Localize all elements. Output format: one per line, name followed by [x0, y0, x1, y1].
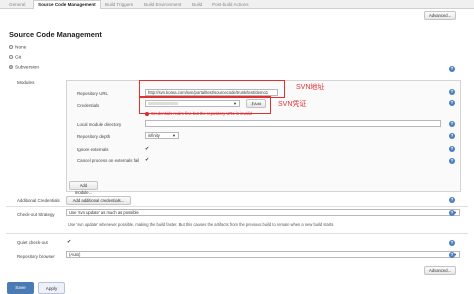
scm-option-label: None — [15, 45, 27, 51]
depth-select[interactable]: infinity ▼ — [145, 132, 179, 139]
help-depth-icon[interactable]: ? — [449, 133, 455, 139]
help-local-dir-icon[interactable]: ? — [449, 121, 455, 127]
tab-post-build-actions[interactable]: Post-build Actions — [208, 1, 253, 9]
repository-url-label: Repository URL — [77, 91, 108, 96]
radio-subversion-icon[interactable] — [9, 65, 13, 69]
help-cancel-externals-icon[interactable]: ? — [449, 158, 455, 164]
tab-build-environment[interactable]: Build Environment — [140, 1, 185, 9]
config-tab-bar: General Source Code Management Build Tri… — [0, 0, 474, 9]
help-additional-credentials-icon[interactable]: ? — [449, 197, 455, 203]
chevron-down-icon: ▼ — [172, 133, 176, 138]
divider — [6, 206, 468, 207]
svn-url-annotation: SVN地址 — [296, 84, 325, 91]
scm-option-none[interactable]: None — [9, 45, 26, 50]
repository-browser-value: (Auto) — [69, 252, 81, 257]
checkout-strategy-description: Use 'svn update' whenever possible, maki… — [68, 222, 335, 227]
modules-label: Modules — [17, 80, 35, 85]
scm-option-label: Git — [15, 55, 22, 61]
help-repository-browser-icon[interactable]: ? — [449, 252, 455, 258]
save-button[interactable]: Save — [7, 282, 34, 294]
checkout-strategy-select[interactable]: Use 'svn update' as much as possible ▼ — [66, 209, 460, 216]
svn-credentials-annotation: SVN凭证 — [278, 101, 307, 108]
radio-git-icon[interactable] — [9, 55, 13, 59]
local-dir-input[interactable] — [145, 120, 441, 127]
additional-credentials-label: Additional Credentials — [17, 198, 60, 203]
help-checkout-strategy-icon[interactable]: ? — [449, 210, 455, 216]
tab-build[interactable]: Build — [188, 1, 206, 9]
help-repository-url-icon[interactable]: ? — [449, 89, 455, 95]
section-title: Source Code Management — [9, 30, 102, 39]
add-module-button[interactable]: Add module... — [69, 181, 98, 195]
repository-browser-label: Repository browser — [17, 254, 55, 259]
help-ignore-externals-icon[interactable]: ? — [449, 146, 455, 152]
depth-label: Repository depth — [77, 134, 111, 139]
checkout-strategy-label: Check-out Strategy — [17, 212, 55, 217]
scm-option-git[interactable]: Git — [9, 55, 21, 60]
cancel-externals-checkbox[interactable]: ✔ — [145, 157, 149, 163]
credentials-label: Credentials — [77, 103, 100, 108]
cancel-externals-label: Cancel process on externals fail — [77, 158, 140, 163]
quiet-checkout-checkbox[interactable]: ✔ — [67, 239, 71, 245]
svn-credentials-annotation-box — [139, 96, 271, 114]
ignore-externals-checkbox[interactable]: ✔ — [145, 146, 149, 152]
advanced-button-bottom[interactable]: Advanced... — [424, 266, 456, 275]
depth-value: infinity — [148, 133, 160, 138]
advanced-button-top[interactable]: Advanced... — [424, 11, 456, 20]
tab-source-code-management[interactable]: Source Code Management — [33, 0, 101, 9]
help-quiet-checkout-icon[interactable]: ? — [449, 240, 455, 246]
scm-option-subversion[interactable]: Subversion — [9, 65, 39, 70]
apply-button[interactable]: Apply — [38, 282, 65, 294]
checkout-strategy-value: Use 'svn update' as much as possible — [69, 210, 139, 215]
quiet-checkout-label: Quiet check-out — [17, 240, 48, 245]
tab-general[interactable]: General — [5, 1, 29, 9]
radio-none-icon[interactable] — [9, 45, 13, 49]
ignore-externals-label: Ignore externals — [77, 147, 109, 152]
local-dir-label: Local module directory — [77, 122, 122, 127]
repository-browser-select[interactable]: (Auto) ▼ — [66, 251, 460, 258]
help-subversion-icon[interactable]: ? — [449, 66, 455, 72]
add-additional-credentials-button[interactable]: Add additional credentials... — [66, 196, 131, 205]
help-credentials-icon[interactable]: ? — [449, 100, 455, 106]
scm-option-label: Subversion — [15, 65, 39, 71]
divider — [6, 233, 468, 234]
tab-build-triggers[interactable]: Build Triggers — [101, 1, 137, 9]
